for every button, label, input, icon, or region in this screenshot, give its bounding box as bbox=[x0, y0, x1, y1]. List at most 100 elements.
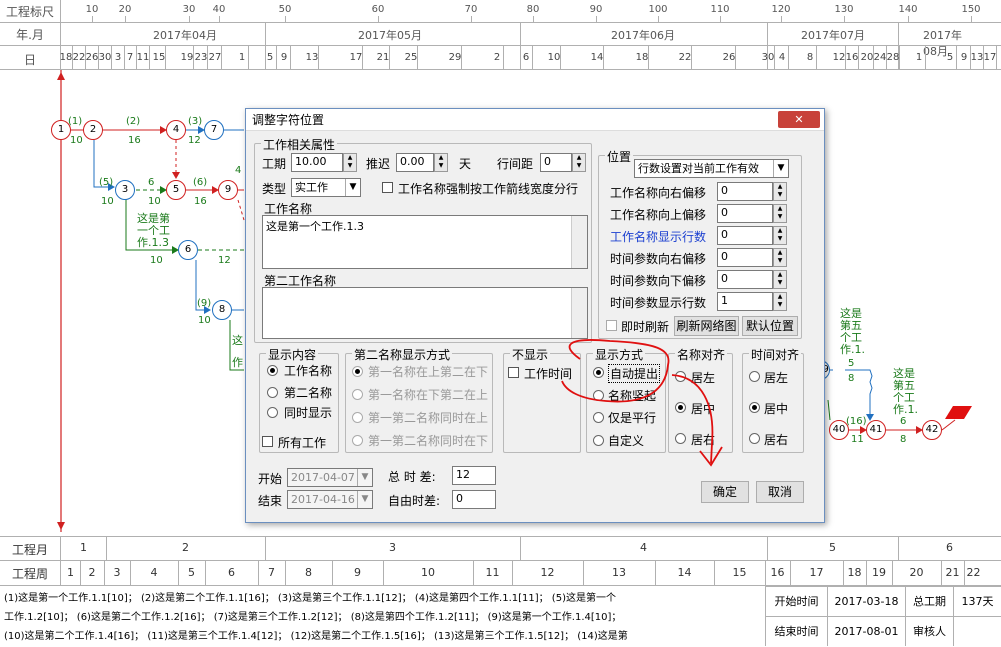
delay-label: 推迟 bbox=[366, 157, 391, 171]
start-date-picker[interactable]: 2017-04-07 ▼ bbox=[287, 468, 373, 487]
day-tick: 13 bbox=[970, 52, 984, 63]
pos-field-spinner-0[interactable]: ▲ ▼ bbox=[773, 182, 787, 201]
work-time-checkbox[interactable] bbox=[508, 367, 519, 378]
pos-field-input-4[interactable]: 0 bbox=[717, 270, 773, 289]
pos-field-label-2: 工作名称显示行数 bbox=[610, 230, 707, 244]
pos-field-label-3: 时间参数向右偏移 bbox=[610, 252, 707, 266]
day-sep bbox=[149, 46, 150, 69]
day-tick: 16 bbox=[845, 52, 859, 63]
name-scrollbar[interactable] bbox=[571, 216, 587, 268]
chevron-down-icon: ▼ bbox=[357, 491, 372, 508]
second-name-textarea[interactable] bbox=[262, 287, 588, 339]
dialog-title-bar[interactable]: 调整字符位置 bbox=[246, 109, 824, 131]
project-month: 1 bbox=[80, 541, 87, 554]
ok-button[interactable]: 确定 bbox=[701, 481, 749, 503]
scale-tick-mark bbox=[533, 16, 534, 22]
day-tick: 17 bbox=[983, 52, 997, 63]
pos-field-input-0[interactable]: 0 bbox=[717, 182, 773, 201]
pos-field-input-1[interactable]: 0 bbox=[717, 204, 773, 223]
node-4[interactable]: 4 bbox=[166, 120, 186, 140]
ta-radio-left[interactable] bbox=[749, 371, 760, 382]
project-week: 21 bbox=[945, 566, 960, 579]
dc-radio-name[interactable] bbox=[267, 365, 278, 376]
node-5[interactable]: 5 bbox=[166, 180, 186, 200]
pos-field-spinner-2[interactable]: ▲ ▼ bbox=[773, 226, 787, 245]
work-props-title: 工作相关属性 bbox=[261, 136, 338, 153]
day-tick: 19 bbox=[180, 52, 194, 63]
refresh-network-button[interactable]: 刷新网络图 bbox=[674, 316, 739, 336]
close-button[interactable]: ✕ bbox=[778, 111, 820, 128]
day-sep bbox=[648, 46, 649, 69]
pos-field-spinner-5[interactable]: ▲ ▼ bbox=[773, 292, 787, 311]
node-8[interactable]: 8 bbox=[212, 300, 232, 320]
total-duration-label: 总工期 bbox=[905, 587, 953, 616]
cancel-button[interactable]: 取消 bbox=[756, 481, 804, 503]
label-r5: 5 bbox=[848, 358, 855, 369]
ta-opt-2: 居右 bbox=[764, 433, 789, 447]
default-position-button[interactable]: 默认位置 bbox=[742, 316, 798, 336]
node-7[interactable]: 7 bbox=[204, 120, 224, 140]
dc-radio-second[interactable] bbox=[267, 387, 278, 398]
day-tick: 23 bbox=[194, 52, 208, 63]
scale-tick: 50 bbox=[278, 4, 292, 15]
label-a3: (3) bbox=[188, 116, 203, 127]
rowgap-input[interactable]: 0 bbox=[540, 153, 572, 172]
pos-field-spinner-4[interactable]: ▲ ▼ bbox=[773, 270, 787, 289]
pos-field-spinner-3[interactable]: ▲ ▼ bbox=[773, 248, 787, 267]
scale-tick-mark bbox=[596, 16, 597, 22]
legend-line-0: (1)这是第一个工作.1.1[10]； (2)这是第二个工作.1.1[16]； … bbox=[4, 593, 616, 604]
day-sep bbox=[111, 46, 112, 69]
delay-input[interactable]: 0.00 bbox=[396, 153, 434, 172]
day-tick: 10 bbox=[547, 52, 561, 63]
start-date: 2017-04-07 bbox=[291, 471, 355, 484]
label-d10: 10 bbox=[148, 196, 161, 207]
node-2[interactable]: 2 bbox=[83, 120, 103, 140]
sd-radio-1[interactable] bbox=[352, 389, 363, 400]
scale-tick-mark bbox=[844, 16, 845, 22]
day-sep bbox=[318, 46, 319, 69]
sd-opt-3: 第一第二名称同时在下 bbox=[368, 434, 489, 448]
node-6[interactable]: 6 bbox=[178, 240, 198, 260]
sd-opt-2: 第一第二名称同时在上 bbox=[368, 411, 489, 425]
red-annotation bbox=[561, 339, 723, 467]
sd-radio-0[interactable] bbox=[352, 366, 363, 377]
type-select[interactable]: 实工作 ▼ bbox=[291, 178, 361, 197]
name-textarea[interactable]: 这是第一个工作.1.3 bbox=[262, 215, 588, 269]
duration-spinner[interactable]: ▲ ▼ bbox=[343, 153, 357, 172]
position-title: 位置 bbox=[605, 148, 634, 165]
day-sep bbox=[221, 46, 222, 69]
dc-radio-both[interactable] bbox=[267, 407, 278, 418]
second-name-scrollbar[interactable] bbox=[571, 288, 587, 338]
all-work-checkbox[interactable] bbox=[262, 436, 273, 447]
legend-line-2: (10)这是第二个工作.1.4[16]； (11)这是第三个工作.1.4[12]… bbox=[4, 631, 628, 642]
month-row-label: 工程月 bbox=[11, 543, 48, 557]
force-wrap-checkbox[interactable] bbox=[382, 182, 393, 193]
label-d10b: 10 bbox=[150, 255, 163, 266]
node-41[interactable]: 41 bbox=[866, 420, 886, 440]
project-week-sep bbox=[866, 560, 867, 586]
pos-field-input-2[interactable]: 0 bbox=[717, 226, 773, 245]
duration-input[interactable]: 10.00 bbox=[291, 153, 343, 172]
end-date-picker[interactable]: 2017-04-16 ▼ bbox=[287, 490, 373, 509]
position-select[interactable]: 行数设置对当前工作有效 ▼ bbox=[634, 159, 789, 178]
free-float-input[interactable]: 0 bbox=[452, 490, 496, 509]
sd-radio-2[interactable] bbox=[352, 412, 363, 423]
pos-field-spinner-1[interactable]: ▲ ▼ bbox=[773, 204, 787, 223]
node-9[interactable]: 9 bbox=[218, 180, 238, 200]
project-month: 2 bbox=[182, 541, 189, 554]
node-42[interactable]: 42 bbox=[922, 420, 942, 440]
sd-radio-3[interactable] bbox=[352, 435, 363, 446]
rowgap-spinner[interactable]: ▲ ▼ bbox=[572, 153, 586, 172]
delay-spinner[interactable]: ▲ ▼ bbox=[434, 153, 448, 172]
pos-field-input-5[interactable]: 1 bbox=[717, 292, 773, 311]
day-tick: 28 bbox=[886, 52, 900, 63]
instant-refresh-label: 即时刷新 bbox=[621, 320, 670, 334]
label-d2: 16 bbox=[128, 135, 141, 146]
total-float-input[interactable]: 12 bbox=[452, 466, 496, 485]
ta-radio-right[interactable] bbox=[749, 433, 760, 444]
ta-radio-center[interactable] bbox=[749, 402, 760, 413]
pos-field-input-3[interactable]: 0 bbox=[717, 248, 773, 267]
node-3[interactable]: 3 bbox=[115, 180, 135, 200]
instant-refresh-checkbox[interactable] bbox=[606, 320, 617, 331]
work-name-right-b: 这是第五个工作.1. bbox=[893, 367, 918, 416]
